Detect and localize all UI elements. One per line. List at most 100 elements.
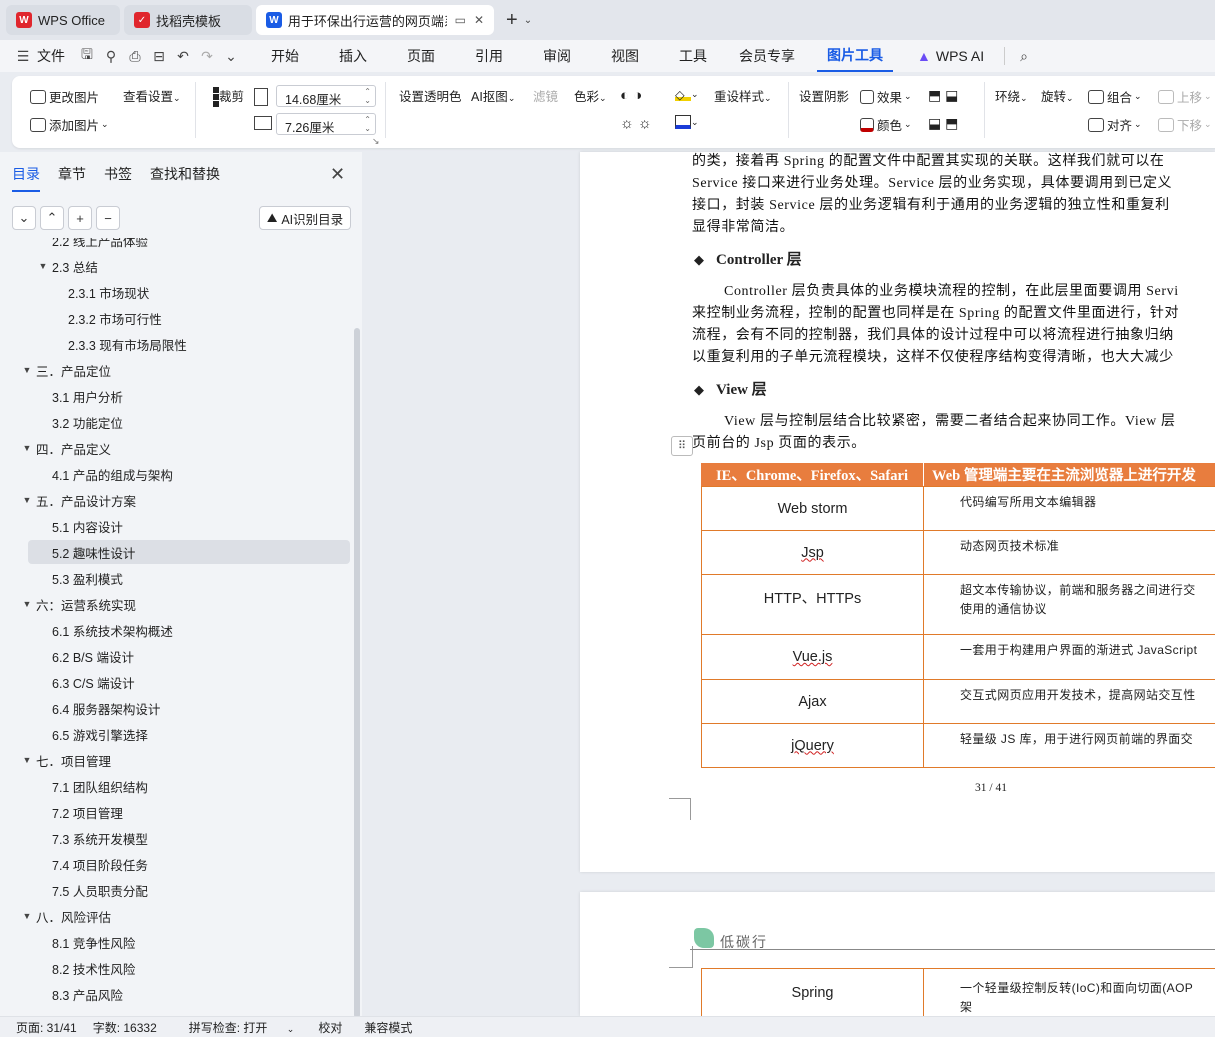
align-bottom-icons[interactable]: ⬓ ⬒ xyxy=(928,115,958,132)
height-input[interactable]: 7.26厘米 ⌃ ⌄ xyxy=(276,113,376,135)
toc-item[interactable]: 2.3.3 现有市场局限性 xyxy=(68,332,187,356)
toc-scrollbar[interactable] xyxy=(354,328,360,1018)
collapse-caret-icon[interactable]: ▼ xyxy=(20,755,34,765)
ai-toc-button[interactable]: ⛰ AI识别目录 xyxy=(259,206,351,230)
brightness-icons[interactable]: ☼ ☼ xyxy=(620,115,652,132)
reset-style-button[interactable]: 重设样式⌄ xyxy=(714,86,772,105)
redo-icon[interactable]: ↷ xyxy=(196,45,218,67)
collapse-caret-icon[interactable]: ▼ xyxy=(20,495,34,505)
toc-item[interactable]: ▼ 五．产品设计方案 xyxy=(20,488,136,512)
toc-item[interactable]: ▼ 2.3 总结 xyxy=(36,254,98,278)
change-image-button[interactable]: 更改图片 xyxy=(30,87,99,106)
border-color-button[interactable]: ⌄ xyxy=(675,115,699,129)
toc-item[interactable]: 7.5 人员职责分配 xyxy=(52,878,148,902)
toc-item[interactable]: 6.5 游戏引擎选择 xyxy=(52,722,148,746)
dialog-launcher-icon[interactable]: ↘ xyxy=(372,136,380,147)
color-button[interactable]: 颜色 ⌄ xyxy=(860,115,912,134)
wrap-button[interactable]: 环绕⌄ xyxy=(995,86,1028,105)
table-move-handle-icon[interactable]: ⠿ xyxy=(671,436,693,456)
print-icon[interactable]: ⎙ xyxy=(124,45,146,67)
toc-item[interactable]: 6.3 C/S 端设计 xyxy=(52,670,135,694)
view-settings-button[interactable]: 查看设置⌄ xyxy=(123,86,181,105)
menu-tools[interactable]: 工具 xyxy=(669,40,717,72)
effect-button[interactable]: 效果 ⌄ xyxy=(860,87,912,106)
monitor-icon[interactable]: ▭ xyxy=(455,13,466,27)
collapse-caret-icon[interactable]: ▼ xyxy=(20,599,34,609)
toc-item[interactable]: 2.3.1 市场现状 xyxy=(68,280,149,304)
link-icon[interactable]: ⚲ xyxy=(100,45,122,67)
spinner-arrows-icon[interactable]: ⌃ ⌄ xyxy=(364,87,371,105)
menu-home[interactable]: 开始 xyxy=(261,40,309,72)
collapse-caret-icon[interactable]: ▼ xyxy=(20,911,34,921)
crop-button[interactable]: 裁剪 xyxy=(213,86,244,107)
print-preview-icon[interactable]: ⊟ xyxy=(148,45,170,67)
toc-item[interactable]: 5.2 趣味性设计 xyxy=(28,540,350,564)
align-top-icons[interactable]: ⬒ ⬓ xyxy=(928,87,958,104)
menu-member[interactable]: 会员专享 xyxy=(729,40,805,72)
rotate-button[interactable]: 旋转⌄ xyxy=(1041,86,1074,105)
expand-down-button[interactable]: ⌄ xyxy=(12,206,36,230)
add-heading-button[interactable]: + xyxy=(68,206,92,230)
tab-bookmarks[interactable]: 书签 xyxy=(104,164,132,192)
toc-item[interactable]: 5.1 内容设计 xyxy=(52,514,123,538)
chevron-down-icon[interactable]: ⌄ xyxy=(524,15,532,26)
toc-item[interactable]: 8.1 竞争性风险 xyxy=(52,930,135,954)
add-image-button[interactable]: 添加图片 ⌄ xyxy=(30,115,109,134)
collapse-up-button[interactable]: ⌃ xyxy=(40,206,64,230)
transparent-color-button[interactable]: 设置透明色 xyxy=(399,86,462,105)
menu-picture-tools[interactable]: 图片工具 xyxy=(817,40,893,72)
close-pane-icon[interactable]: ✕ xyxy=(330,164,345,185)
tab-toc[interactable]: 目录 xyxy=(12,164,40,192)
toc-item[interactable]: 7.1 团队组织结构 xyxy=(52,774,148,798)
toc-item[interactable]: 7.2 项目管理 xyxy=(52,800,123,824)
toc-item[interactable]: 6.2 B/S 端设计 xyxy=(52,644,134,668)
brightness-contrast-icons[interactable]: ◐ ◑ xyxy=(620,87,642,104)
move-down-button[interactable]: 下移 ⌄ xyxy=(1158,115,1212,134)
color-adjust-button[interactable]: 色彩⌄ xyxy=(574,86,607,105)
search-icon[interactable]: ⌕ xyxy=(1013,45,1035,67)
shadow-button[interactable]: 设置阴影 xyxy=(799,86,849,105)
collapse-caret-icon[interactable]: ▼ xyxy=(20,365,34,375)
spinner-arrows-icon[interactable]: ⌃ ⌄ xyxy=(364,115,371,133)
menu-page[interactable]: 页面 xyxy=(397,40,445,72)
word-count[interactable]: 字数: 16332 xyxy=(93,1019,157,1036)
chevron-down-icon[interactable]: ⌄ xyxy=(220,45,242,67)
menu-review[interactable]: 审阅 xyxy=(533,40,581,72)
hamburger-icon[interactable]: ☰ xyxy=(12,45,34,67)
toc-item[interactable]: 7.3 系统开发模型 xyxy=(52,826,148,850)
ai-cutout-button[interactable]: AI抠图⌄ xyxy=(471,86,515,105)
toc-item[interactable]: ▼ 四．产品定义 xyxy=(20,436,111,460)
tab-document[interactable]: W 用于环保出行运营的网页端系 ▭ ✕ xyxy=(256,5,494,35)
compat-mode[interactable]: 兼容模式 xyxy=(364,1019,412,1036)
tab-find-replace[interactable]: 查找和替换 xyxy=(150,164,220,192)
toc-item[interactable]: 6.4 服务器架构设计 xyxy=(52,696,160,720)
tab-chapters[interactable]: 章节 xyxy=(58,164,86,192)
toc-item[interactable]: 8.3 产品风险 xyxy=(52,982,123,1006)
menu-view[interactable]: 视图 xyxy=(601,40,649,72)
toc-item[interactable]: 6.1 系统技术架构概述 xyxy=(52,618,173,642)
toc-item[interactable]: 8.2 技术性风险 xyxy=(52,956,135,980)
group-button[interactable]: 组合 ⌄ xyxy=(1088,87,1142,106)
collapse-caret-icon[interactable]: ▼ xyxy=(20,443,34,453)
save-icon[interactable]: 🖫 xyxy=(76,45,98,67)
spell-check[interactable]: 拼写检查: 打开 ⌄ xyxy=(173,1019,295,1036)
collapse-caret-icon[interactable]: ▼ xyxy=(36,261,50,271)
new-tab-icon[interactable]: + xyxy=(506,9,518,32)
toc-item[interactable]: ▼ 六：运营系统实现 xyxy=(20,592,136,616)
toc-item[interactable]: 3.1 用户分析 xyxy=(52,384,123,408)
menu-reference[interactable]: 引用 xyxy=(465,40,513,72)
width-input[interactable]: 14.68厘米 ⌃ ⌄ xyxy=(276,85,376,107)
toc-item[interactable]: 4.1 产品的组成与架构 xyxy=(52,462,173,486)
toc-item[interactable]: ▼ 八．风险评估 xyxy=(20,904,111,928)
toc-item[interactable]: 7.4 项目阶段任务 xyxy=(52,852,148,876)
align-button[interactable]: 对齐 ⌄ xyxy=(1088,115,1142,134)
filter-button[interactable]: 滤镜 xyxy=(533,86,558,105)
undo-icon[interactable]: ↶ xyxy=(172,45,194,67)
toc-item[interactable]: 2.2 线上产品体验 xyxy=(52,238,148,252)
toc-item[interactable]: 5.3 盈利模式 xyxy=(52,566,123,590)
toc-item[interactable]: ▼ 七．项目管理 xyxy=(20,748,111,772)
close-icon[interactable]: ✕ xyxy=(474,13,484,27)
menu-file[interactable]: 文件 xyxy=(35,40,75,72)
toc-item[interactable]: 3.2 功能定位 xyxy=(52,410,123,434)
proofread[interactable]: 校对 xyxy=(318,1019,342,1036)
